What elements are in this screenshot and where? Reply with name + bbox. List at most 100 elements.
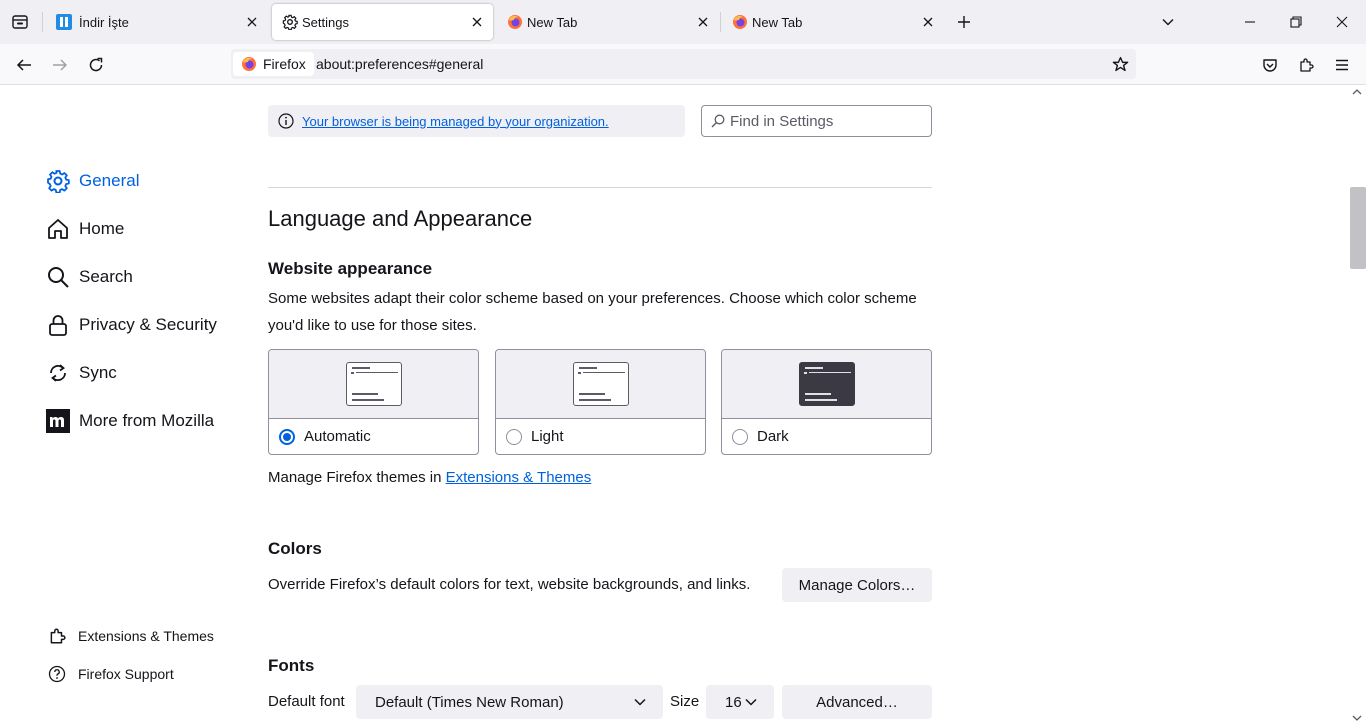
close-icon[interactable] bbox=[244, 14, 260, 30]
light-preview-image bbox=[345, 362, 402, 406]
sidebar-item-more-from-mozilla[interactable]: More from Mozilla bbox=[46, 406, 214, 436]
appearance-option-dark[interactable]: Dark bbox=[721, 349, 932, 455]
website-appearance-heading: Website appearance bbox=[268, 259, 433, 278]
tab-indir-iste[interactable]: İndir İşte bbox=[46, 4, 268, 40]
close-icon[interactable] bbox=[695, 14, 711, 30]
appearance-preview bbox=[269, 350, 478, 419]
sidebar-item-privacy-security[interactable]: Privacy & Security bbox=[46, 310, 217, 340]
firefox-icon bbox=[242, 57, 256, 71]
close-icon[interactable] bbox=[920, 14, 936, 30]
chevron-down-icon bbox=[634, 698, 646, 706]
sidebar-item-search[interactable]: Search bbox=[46, 262, 133, 292]
tab-separator bbox=[720, 12, 721, 32]
url-bar[interactable]: Firefox about:preferences#general bbox=[231, 49, 1136, 79]
sidebar-item-label: Search bbox=[79, 267, 133, 286]
sidebar-item-general[interactable]: General bbox=[46, 166, 139, 196]
radio-button[interactable] bbox=[732, 428, 748, 445]
sidebar-item-label: Privacy & Security bbox=[79, 315, 217, 334]
lock-icon bbox=[46, 313, 70, 337]
url-text[interactable]: about:preferences#general bbox=[316, 56, 483, 72]
scrollbar-thumb[interactable] bbox=[1350, 187, 1366, 269]
forward-button[interactable] bbox=[49, 54, 71, 76]
minimize-icon bbox=[1245, 21, 1255, 23]
manage-colors-button[interactable]: Manage Colors… bbox=[782, 568, 932, 602]
tab-settings[interactable]: Settings bbox=[272, 4, 493, 40]
appearance-option-automatic[interactable]: Automatic bbox=[268, 349, 479, 455]
tab-new-tab-1[interactable]: New Tab bbox=[497, 4, 719, 40]
manage-themes-text: Manage Firefox themes in Extensions & Th… bbox=[268, 469, 591, 486]
info-icon bbox=[278, 113, 294, 129]
default-font-select[interactable]: Default (Times New Roman) bbox=[356, 685, 663, 719]
identity-box[interactable]: Firefox bbox=[233, 52, 314, 76]
website-appearance-description: Some websites adapt their color scheme b… bbox=[268, 290, 917, 334]
advanced-fonts-button[interactable]: Advanced… bbox=[782, 685, 932, 719]
app-menu-button[interactable] bbox=[1331, 54, 1353, 76]
appearance-option[interactable]: Light bbox=[506, 428, 564, 445]
scroll-down-arrow-icon[interactable] bbox=[1352, 714, 1362, 722]
restore-icon bbox=[1290, 16, 1302, 28]
back-button[interactable] bbox=[13, 54, 35, 76]
colors-heading: Colors bbox=[268, 539, 322, 558]
reload-button[interactable] bbox=[85, 54, 107, 76]
sidebar-item-label: Sync bbox=[79, 363, 117, 382]
chevron-down-icon bbox=[745, 698, 757, 706]
puzzle-icon bbox=[48, 627, 66, 645]
appearance-preview bbox=[496, 350, 705, 419]
search-icon bbox=[711, 114, 725, 128]
list-all-tabs-button[interactable] bbox=[1158, 12, 1178, 32]
font-size-select[interactable]: 16 bbox=[706, 685, 774, 719]
appearance-option[interactable]: Dark bbox=[732, 428, 789, 445]
appearance-option-label: Dark bbox=[757, 428, 789, 445]
hamburger-menu-icon bbox=[1336, 59, 1348, 71]
sidebar-footer-label: Extensions & Themes bbox=[78, 628, 214, 644]
scrollbar-track[interactable] bbox=[1348, 85, 1366, 728]
firefox-view-button[interactable] bbox=[8, 10, 32, 34]
default-font-label: Default font bbox=[268, 693, 345, 710]
puzzle-icon bbox=[1300, 58, 1314, 72]
close-window-button[interactable] bbox=[1332, 12, 1352, 32]
home-icon bbox=[46, 217, 70, 241]
fonts-heading: Fonts bbox=[268, 656, 315, 675]
star-icon bbox=[1112, 56, 1128, 71]
section-divider bbox=[268, 187, 932, 188]
sidebar-item-home[interactable]: Home bbox=[46, 214, 124, 244]
sync-icon bbox=[46, 361, 70, 385]
extensions-themes-link[interactable]: Extensions & Themes bbox=[446, 469, 592, 486]
font-size-label: Size bbox=[670, 693, 700, 710]
sidebar-item-sync[interactable]: Sync bbox=[46, 358, 117, 388]
appearance-option-label: Light bbox=[531, 428, 564, 445]
search-icon bbox=[46, 265, 70, 289]
minimize-button[interactable] bbox=[1240, 12, 1260, 32]
tab-new-tab-2[interactable]: New Tab bbox=[722, 4, 944, 40]
pocket-button[interactable] bbox=[1259, 54, 1281, 76]
chevron-down-icon bbox=[1162, 19, 1174, 26]
sidebar-footer-firefox-support[interactable]: Firefox Support bbox=[48, 663, 174, 685]
appearance-option[interactable]: Automatic bbox=[279, 428, 371, 445]
close-icon bbox=[1336, 16, 1348, 28]
radio-button[interactable] bbox=[506, 428, 522, 445]
plus-icon bbox=[958, 16, 970, 28]
identity-label: Firefox bbox=[263, 56, 306, 72]
restore-button[interactable] bbox=[1286, 12, 1306, 32]
policy-link[interactable]: Your browser is being managed by your or… bbox=[302, 114, 609, 129]
bookmark-star-button[interactable] bbox=[1110, 54, 1130, 74]
firefox-view-icon bbox=[12, 15, 28, 29]
light-preview-image bbox=[572, 362, 629, 406]
appearance-preview bbox=[722, 350, 931, 419]
appearance-option-label: Automatic bbox=[304, 428, 371, 445]
dark-preview-image bbox=[798, 362, 855, 406]
firefox-icon bbox=[732, 14, 748, 30]
appearance-option-light[interactable]: Light bbox=[495, 349, 706, 455]
radio-button[interactable] bbox=[279, 428, 295, 445]
extensions-button[interactable] bbox=[1295, 54, 1317, 76]
close-icon[interactable] bbox=[469, 14, 485, 30]
find-in-settings[interactable] bbox=[701, 105, 932, 137]
gear-icon bbox=[282, 14, 298, 31]
scroll-up-arrow-icon[interactable] bbox=[1352, 88, 1362, 96]
tab-title: New Tab bbox=[527, 15, 578, 30]
search-input[interactable] bbox=[730, 111, 925, 131]
new-tab-button[interactable] bbox=[954, 12, 974, 32]
default-font-value: Default (Times New Roman) bbox=[375, 693, 564, 711]
mozilla-icon bbox=[46, 409, 70, 433]
sidebar-footer-extensions-themes[interactable]: Extensions & Themes bbox=[48, 625, 214, 647]
